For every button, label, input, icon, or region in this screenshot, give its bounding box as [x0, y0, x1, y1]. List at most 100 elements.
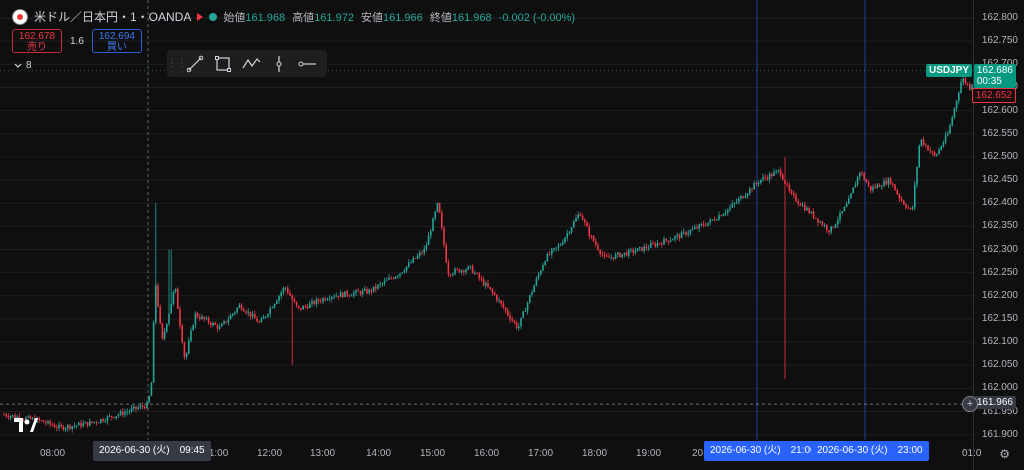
candle-body — [548, 253, 551, 255]
candle-body — [331, 296, 333, 299]
candle-body — [271, 307, 274, 309]
add-alert-icon[interactable]: + — [962, 396, 978, 412]
flag-icon[interactable] — [197, 12, 204, 21]
candle-body — [476, 272, 478, 274]
currency-flag-icon — [12, 8, 28, 25]
price-tick: 162.400 — [981, 197, 1018, 209]
candle-body — [513, 320, 516, 323]
chevron-down-icon — [14, 63, 22, 68]
candle-body — [339, 292, 342, 297]
candle-body — [665, 238, 667, 241]
candle-body — [845, 203, 848, 207]
candle-body — [328, 298, 331, 300]
candle-body — [287, 287, 289, 293]
tradingview-logo[interactable] — [14, 418, 38, 437]
candle-body — [742, 196, 744, 198]
candle-body — [144, 406, 146, 409]
candle-body — [894, 184, 896, 191]
candle-body — [460, 270, 463, 273]
indicator-collapse-button[interactable]: 8 — [14, 60, 32, 71]
sell-button[interactable]: 162.678 売り — [12, 29, 62, 53]
candle-body — [38, 418, 40, 421]
candle-body — [119, 411, 122, 415]
candle-body — [247, 311, 249, 313]
ohlc-values: 始値161.968 高値161.972 安値161.966 終値161.968 … — [223, 9, 579, 25]
candle-body — [848, 198, 850, 204]
candle-body — [122, 411, 124, 416]
candle-body — [843, 206, 846, 212]
candle-body — [746, 193, 749, 197]
candle-body — [766, 177, 769, 180]
symbol-title[interactable]: 米ドル／日本円・1・OANDA — [34, 8, 191, 25]
price-chart[interactable] — [0, 0, 1024, 470]
candle-body — [218, 326, 221, 329]
candle-body — [375, 286, 377, 289]
path-icon[interactable] — [237, 50, 265, 77]
candle-body — [463, 270, 465, 273]
candle-body — [177, 288, 179, 309]
candle-body — [108, 415, 111, 417]
candle-body — [69, 425, 71, 429]
candle-body — [326, 299, 329, 301]
candle-body — [139, 405, 142, 408]
candle-body — [867, 182, 870, 186]
candle-body — [390, 277, 392, 279]
candle-body — [872, 186, 874, 191]
candle-body — [936, 154, 938, 156]
candle-body — [597, 244, 599, 250]
sell-price: 162.678 — [18, 31, 56, 42]
candle-body — [931, 151, 934, 153]
candle-body — [942, 142, 945, 147]
candle-body — [914, 184, 916, 208]
buy-button[interactable]: 162.694 買い — [91, 29, 142, 53]
candle-body — [467, 266, 469, 270]
candle-body — [755, 183, 758, 184]
candle-body — [610, 257, 612, 259]
candle-body — [619, 252, 621, 258]
candle-body — [929, 150, 931, 152]
candle-body — [641, 247, 643, 252]
candle-body — [744, 196, 747, 198]
candle-body — [368, 289, 370, 294]
candle-body — [711, 219, 714, 221]
candle-body — [355, 290, 357, 293]
candle-body — [808, 208, 810, 214]
candle-body — [386, 279, 388, 281]
settings-gear-icon[interactable]: ⚙ — [999, 447, 1010, 461]
candle-body — [520, 317, 522, 327]
candle-body — [707, 222, 709, 226]
candle-body — [559, 244, 562, 246]
candle-body — [155, 285, 157, 323]
candle-body — [452, 273, 454, 275]
candle-body — [832, 226, 835, 228]
candle-body — [410, 262, 412, 264]
rectangle-icon[interactable] — [209, 50, 237, 77]
candle-body — [768, 173, 771, 180]
candle-body — [95, 421, 98, 423]
candle-body — [317, 299, 320, 302]
candle-body — [181, 325, 183, 343]
candle-body — [650, 243, 652, 248]
grid — [0, 17, 974, 436]
drag-handle-icon[interactable]: ⋮⋮ — [167, 58, 187, 69]
candle-body — [601, 254, 604, 255]
candle-body — [493, 292, 496, 295]
ask-price-tag: 162.652 — [971, 88, 1016, 103]
candle-body — [449, 274, 452, 276]
vertical-line-icon[interactable] — [265, 50, 293, 77]
candle-body — [603, 254, 606, 256]
candle-body — [953, 108, 956, 118]
candle-body — [826, 225, 828, 231]
horizontal-ray-icon[interactable] — [293, 50, 321, 77]
candle-body — [526, 302, 529, 311]
candle-body — [434, 211, 436, 219]
candle-body — [489, 287, 491, 290]
candle-body — [810, 211, 813, 214]
trend-line-icon[interactable] — [181, 50, 209, 77]
price-tick: 162.100 — [981, 336, 1018, 348]
candle-body — [775, 170, 777, 173]
candle-body — [837, 220, 839, 225]
candle-body — [438, 203, 441, 213]
candle-body — [260, 319, 263, 323]
candle-body — [311, 301, 313, 304]
